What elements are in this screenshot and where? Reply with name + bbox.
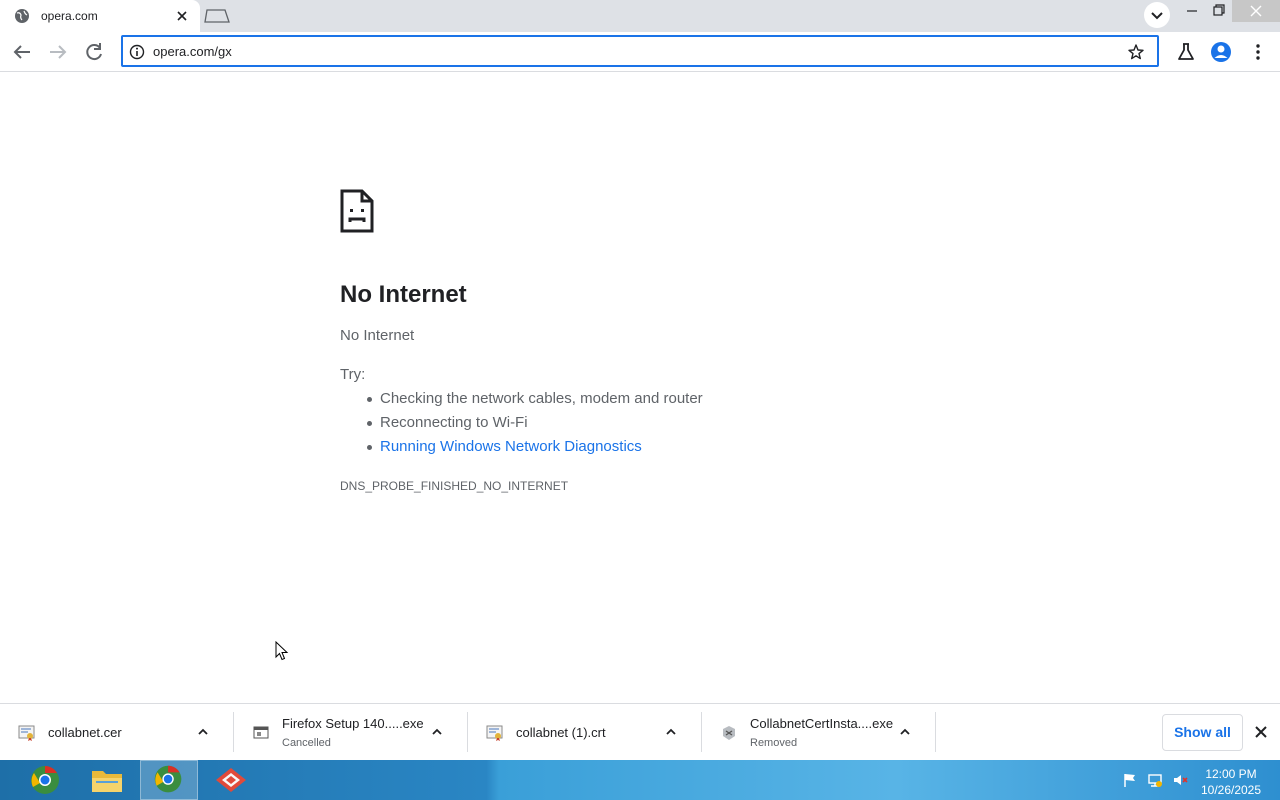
taskbar-browser-button[interactable] (16, 760, 74, 800)
certificate-file-icon (18, 725, 35, 741)
show-all-downloads-button[interactable]: Show all (1162, 714, 1243, 751)
tab-opera[interactable]: opera.com (0, 0, 200, 32)
close-shelf-icon[interactable] (1254, 725, 1268, 739)
address-text[interactable]: opera.com/gx (153, 44, 232, 59)
address-bar[interactable]: opera.com/gx (121, 35, 1159, 67)
chevron-up-icon[interactable] (196, 725, 210, 739)
forward-arrow-icon[interactable] (44, 38, 72, 66)
download-filename: Firefox Setup 140.....exe (282, 716, 424, 731)
installer-file-icon (253, 726, 269, 739)
download-item[interactable]: collabnet.cer (0, 704, 234, 761)
download-item[interactable]: collabnet (1).crt (468, 704, 702, 761)
taskbar-app-button[interactable] (202, 760, 260, 800)
download-item[interactable]: CollabnetCertInsta....exe Removed (702, 704, 936, 761)
suggestion-item: Checking the network cables, modem and r… (367, 390, 703, 407)
chevron-up-icon[interactable] (430, 725, 444, 739)
removed-file-icon (723, 726, 735, 740)
download-status: Removed (750, 737, 798, 749)
try-label: Try: (340, 366, 366, 383)
chevron-up-icon[interactable] (898, 725, 912, 739)
download-item[interactable]: Firefox Setup 140.....exe Cancelled (234, 704, 468, 761)
network-diagnostics-link[interactable]: Running Windows Network Diagnostics (367, 438, 642, 455)
chrome-logo-icon (154, 765, 182, 793)
volume-muted-icon[interactable] (1172, 772, 1188, 788)
labs-flask-icon[interactable] (1172, 38, 1200, 66)
window-close-icon[interactable] (1232, 0, 1280, 22)
network-icon[interactable] (1147, 772, 1163, 788)
chrome-logo-icon (31, 766, 59, 794)
chevron-down-icon (1151, 12, 1163, 20)
clock-date: 10/26/2025 (1200, 783, 1262, 797)
info-icon[interactable] (129, 44, 145, 60)
toolbox-icon (216, 768, 246, 792)
bookmark-star-icon[interactable] (1127, 43, 1145, 61)
sad-page-icon (340, 189, 374, 233)
system-clock[interactable]: 12:00 PM 10/26/2025 (1196, 766, 1266, 798)
tab-strip: opera.com (0, 0, 1280, 32)
error-code: DNS_PROBE_FINISHED_NO_INTERNET (340, 479, 569, 493)
globe-icon (15, 9, 29, 23)
suggestion-item: Reconnecting to Wi-Fi (367, 414, 528, 431)
back-arrow-icon[interactable] (8, 38, 36, 66)
chevron-up-icon[interactable] (664, 725, 678, 739)
taskbar-active-browser-button[interactable] (140, 760, 198, 800)
download-status: Cancelled (282, 737, 331, 749)
folder-icon (92, 771, 122, 792)
certificate-file-icon (486, 725, 503, 741)
mouse-cursor-icon (275, 641, 289, 661)
new-tab-icon[interactable] (203, 6, 231, 26)
profile-avatar-icon[interactable] (1207, 38, 1235, 66)
error-subtitle: No Internet (340, 327, 415, 344)
menu-dots-icon[interactable] (1244, 38, 1272, 66)
download-filename: collabnet (1).crt (516, 725, 606, 740)
restore-icon[interactable] (1202, 0, 1234, 22)
download-shelf: collabnet.cer Firefox Setup 140.....exe … (0, 703, 1280, 760)
tab-search-button[interactable] (1144, 2, 1170, 28)
download-filename: CollabnetCertInsta....exe (750, 716, 894, 731)
error-title: No Internet (340, 281, 467, 308)
error-page: No Internet No Internet Try: Checking th… (0, 73, 1280, 703)
taskbar-explorer-button[interactable] (78, 760, 136, 800)
browser-toolbar: opera.com/gx (0, 32, 1280, 72)
tab-title: opera.com (41, 9, 98, 23)
tab-close-icon[interactable] (175, 9, 189, 23)
clock-time: 12:00 PM (1205, 767, 1257, 781)
action-center-flag-icon[interactable] (1122, 772, 1138, 788)
windows-taskbar: 12:00 PM 10/26/2025 (0, 760, 1280, 800)
download-filename: collabnet.cer (48, 725, 122, 740)
reload-icon[interactable] (80, 38, 108, 66)
